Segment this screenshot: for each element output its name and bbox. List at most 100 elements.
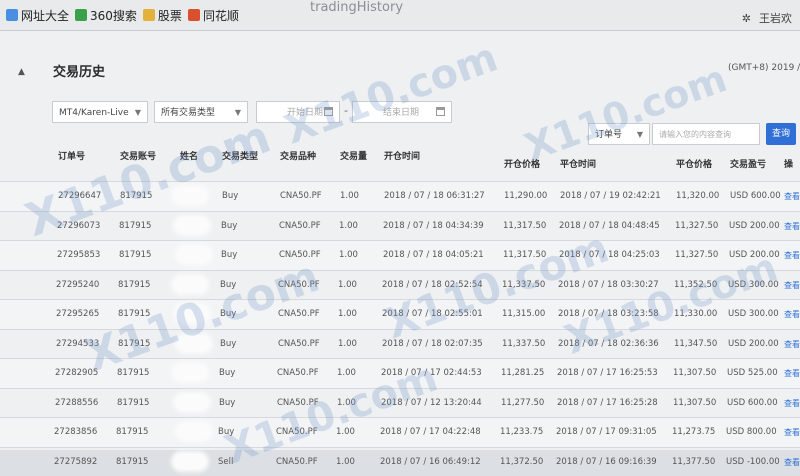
page-title: 交易历史 [53,61,105,80]
cell-pnl: USD 200.00 [729,221,780,231]
cell-order: 27295853 [57,250,100,260]
bookmark-item[interactable]: 360搜索 [75,7,137,24]
cell-open-time: 2018 / 07 / 17 02:44:53 [381,368,482,378]
cell-open-price: 11,281.25 [501,368,544,378]
cell-close-price: 11,307.50 [673,368,716,378]
cell-close-price: 11,330.00 [674,309,717,319]
view-link[interactable]: 查看 [784,250,800,261]
watermark-text: X110.com [279,34,504,153]
chevron-down-icon: ▼ [235,102,241,124]
column-header: 交易类型 [222,149,258,162]
user-name[interactable]: 王岩欢 [759,10,792,26]
table-row: 27282905817915BuyCNA50.PF1.002018 / 07 /… [0,358,800,388]
gear-icon[interactable]: ✲ [742,12,751,25]
start-date-placeholder: 开始日期 [287,108,323,118]
column-header: 操 [784,157,793,170]
cell-close-price: 11,320.00 [676,191,719,201]
cell-close-time: 2018 / 07 / 18 02:36:36 [558,339,659,349]
end-date-input[interactable]: 结束日期 [352,101,452,123]
cell-account: 817915 [117,398,149,408]
browser-top-right: ✲ 王岩欢 [742,10,792,26]
redacted-name [176,218,208,233]
column-header: 交易盈亏 [730,157,766,170]
cell-pnl: USD -100.00 [726,457,780,467]
cell-open-price: 11,337.50 [502,339,545,349]
cell-open-time: 2018 / 07 / 18 02:55:01 [382,309,483,319]
cell-open-time: 2018 / 07 / 18 04:34:39 [383,221,484,231]
cell-close-price: 11,377.50 [672,457,715,467]
search-field-value: 订单号 [595,130,622,140]
cell-close-price: 11,347.50 [674,339,717,349]
view-link[interactable]: 查看 [784,427,800,438]
table-row: 27295853817915BuyCNA50.PF1.002018 / 07 /… [0,240,800,270]
cell-account: 817915 [118,339,150,349]
cell-account: 817915 [119,250,151,260]
bookmarks-bar: 网址大全360搜索股票同花顺 tradingHistory ✲ 王岩欢 [0,0,800,31]
cell-open-price: 11,317.50 [503,221,546,231]
cell-order: 27295265 [56,309,99,319]
view-link[interactable]: 查看 [784,280,800,291]
cell-close-time: 2018 / 07 / 17 09:31:05 [556,427,657,437]
cell-volume: 1.00 [337,398,356,408]
cell-order: 27295240 [56,280,99,290]
view-link[interactable]: 查看 [784,368,800,379]
cell-symbol: CNA50.PF [277,368,319,378]
calendar-icon [324,107,333,116]
cell-account: 817915 [118,280,150,290]
view-link[interactable]: 查看 [784,398,800,409]
cell-close-price: 11,307.50 [673,398,716,408]
start-date-input[interactable]: 开始日期 [256,101,340,123]
bookmark-item[interactable]: 同花顺 [188,7,239,24]
cell-account: 817915 [118,309,150,319]
table-row: 27295265817915BuyCNA50.PF1.002018 / 07 /… [0,299,800,329]
table-row: 27294533817915BuyCNA50.PF1.002018 / 07 /… [0,329,800,359]
cell-close-price: 11,352.50 [674,280,717,290]
chevron-down-icon: ▼ [135,102,141,124]
view-link[interactable]: 查看 [784,309,800,320]
cell-type: Buy [220,280,236,290]
cell-type: Buy [220,309,236,319]
redacted-name [176,395,208,410]
view-link[interactable]: 查看 [784,221,800,232]
cell-account: 817915 [116,457,148,467]
view-link[interactable]: 查看 [784,339,800,350]
cell-type: Buy [218,427,234,437]
collapse-up-icon[interactable]: ▲ [18,67,25,77]
cell-close-time: 2018 / 07 / 18 03:30:27 [558,280,659,290]
table-row: 27296647817915BuyCNA50.PF1.002018 / 07 /… [0,181,800,211]
cell-type: Buy [222,191,238,201]
cell-type: Sell [218,457,233,467]
cell-open-price: 11,337.50 [502,280,545,290]
cell-open-time: 2018 / 07 / 18 04:05:21 [383,250,484,260]
trade-type-select[interactable]: 所有交易类型 ▼ [154,101,248,123]
account-select[interactable]: MT4/Karen-Live ▼ [52,101,148,123]
table-row: 27288556817915BuyCNA50.PF1.002018 / 07 /… [0,388,800,418]
table-body: 27296647817915BuyCNA50.PF1.002018 / 07 /… [0,181,800,476]
cell-volume: 1.00 [336,457,355,467]
cell-volume: 1.00 [336,427,355,437]
view-link[interactable]: 查看 [784,191,800,202]
cell-volume: 1.00 [339,250,358,260]
cell-symbol: CNA50.PF [278,280,320,290]
table-row: 27295240817915BuyCNA50.PF1.002018 / 07 /… [0,270,800,300]
cell-symbol: CNA50.PF [278,339,320,349]
cell-type: Buy [221,221,237,231]
cell-close-time: 2018 / 07 / 18 03:23:58 [558,309,659,319]
cell-open-price: 11,317.50 [503,250,546,260]
bookmark-item[interactable]: 股票 [143,7,182,24]
cell-open-time: 2018 / 07 / 16 06:49:12 [380,457,481,467]
bookmark-item[interactable]: 网址大全 [6,7,69,24]
cell-symbol: CNA50.PF [279,250,321,260]
search-icon [75,9,87,21]
cell-close-time: 2018 / 07 / 18 04:25:03 [559,250,660,260]
bookmark-label: 网址大全 [21,7,69,24]
view-link[interactable]: 查看 [784,457,800,468]
end-date-placeholder: 结束日期 [383,108,419,118]
cell-volume: 1.00 [339,221,358,231]
cell-volume: 1.00 [337,368,356,378]
cell-symbol: CNA50.PF [276,457,318,467]
cell-close-price: 11,273.75 [672,427,715,437]
cell-type: Buy [220,339,236,349]
filter-bar: MT4/Karen-Live ▼ 所有交易类型 ▼ 开始日期 - 结束日期 订单… [0,101,800,133]
cell-close-price: 11,327.50 [675,250,718,260]
